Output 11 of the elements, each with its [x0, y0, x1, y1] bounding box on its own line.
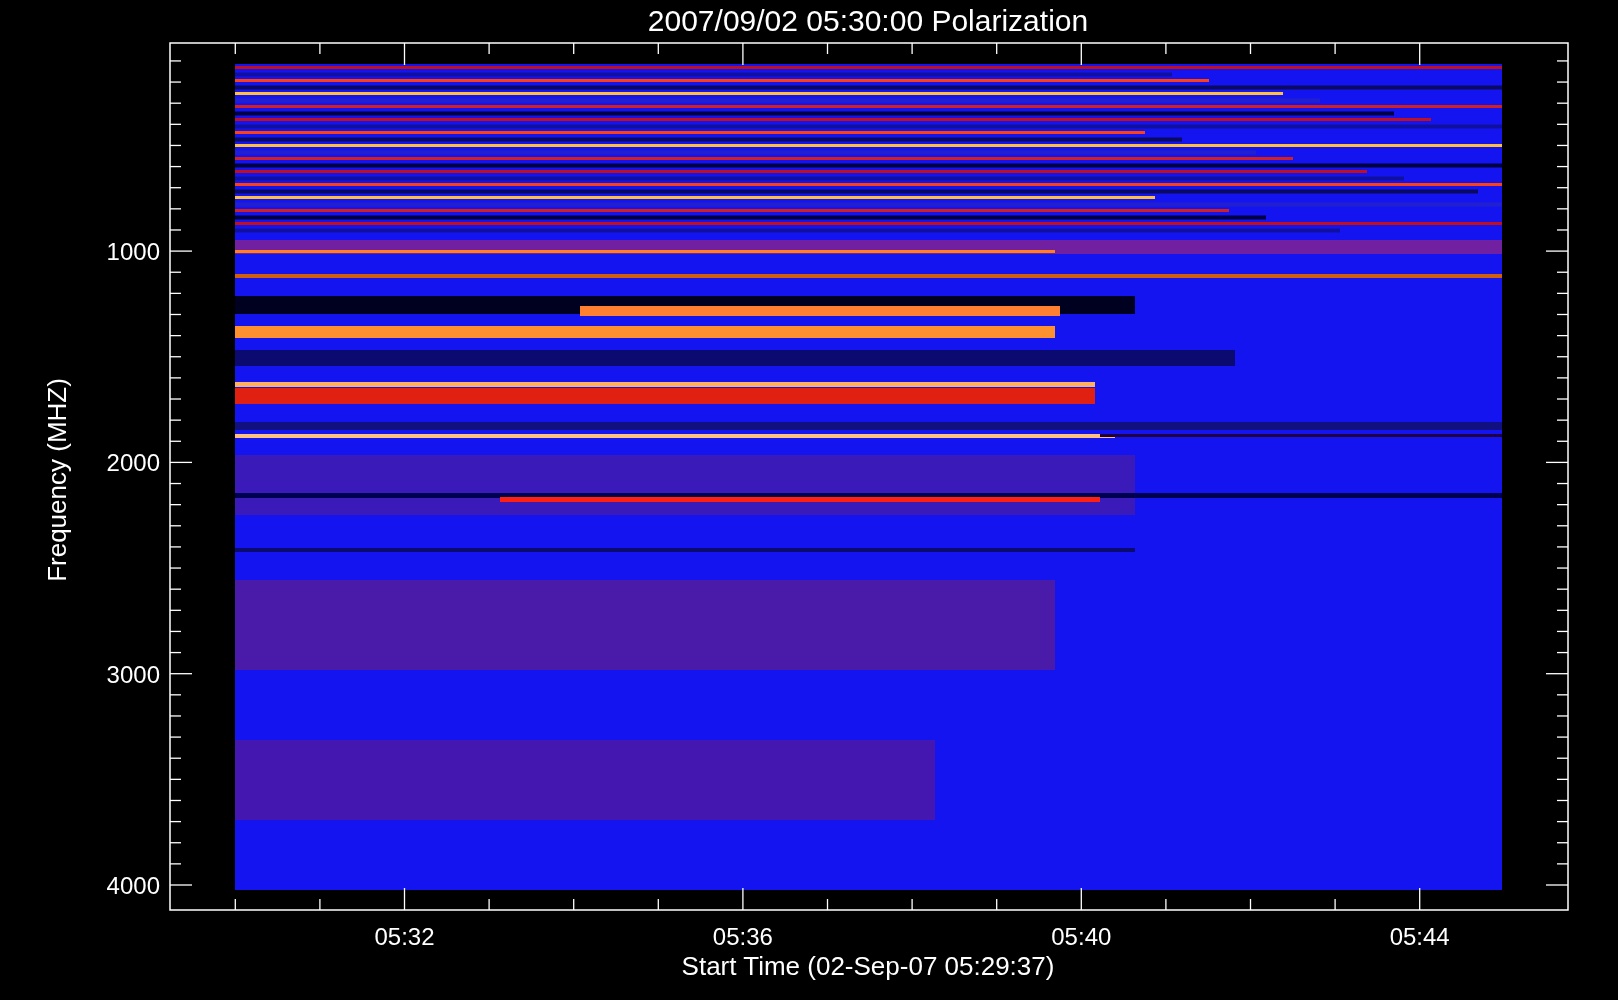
y-tick-label: 4000	[106, 872, 160, 899]
y-tick-label: 1000	[106, 238, 160, 266]
x-axis-title: Start Time (02-Sep-07 05:29:37)	[681, 951, 1055, 981]
chart-title: 2007/09/02 05:30:00 Polarization	[647, 4, 1089, 37]
y-tick-label: 2000	[106, 449, 160, 477]
x-tick-label: 05:44	[1389, 923, 1450, 950]
x-tick-label: 05:36	[712, 923, 773, 950]
y-tick-label: 3000	[106, 660, 160, 688]
x-tick-label: 05:32	[374, 923, 435, 950]
y-axis-title: Frequency (MHZ)	[42, 378, 72, 582]
x-tick-label: 05:40	[1051, 923, 1112, 950]
